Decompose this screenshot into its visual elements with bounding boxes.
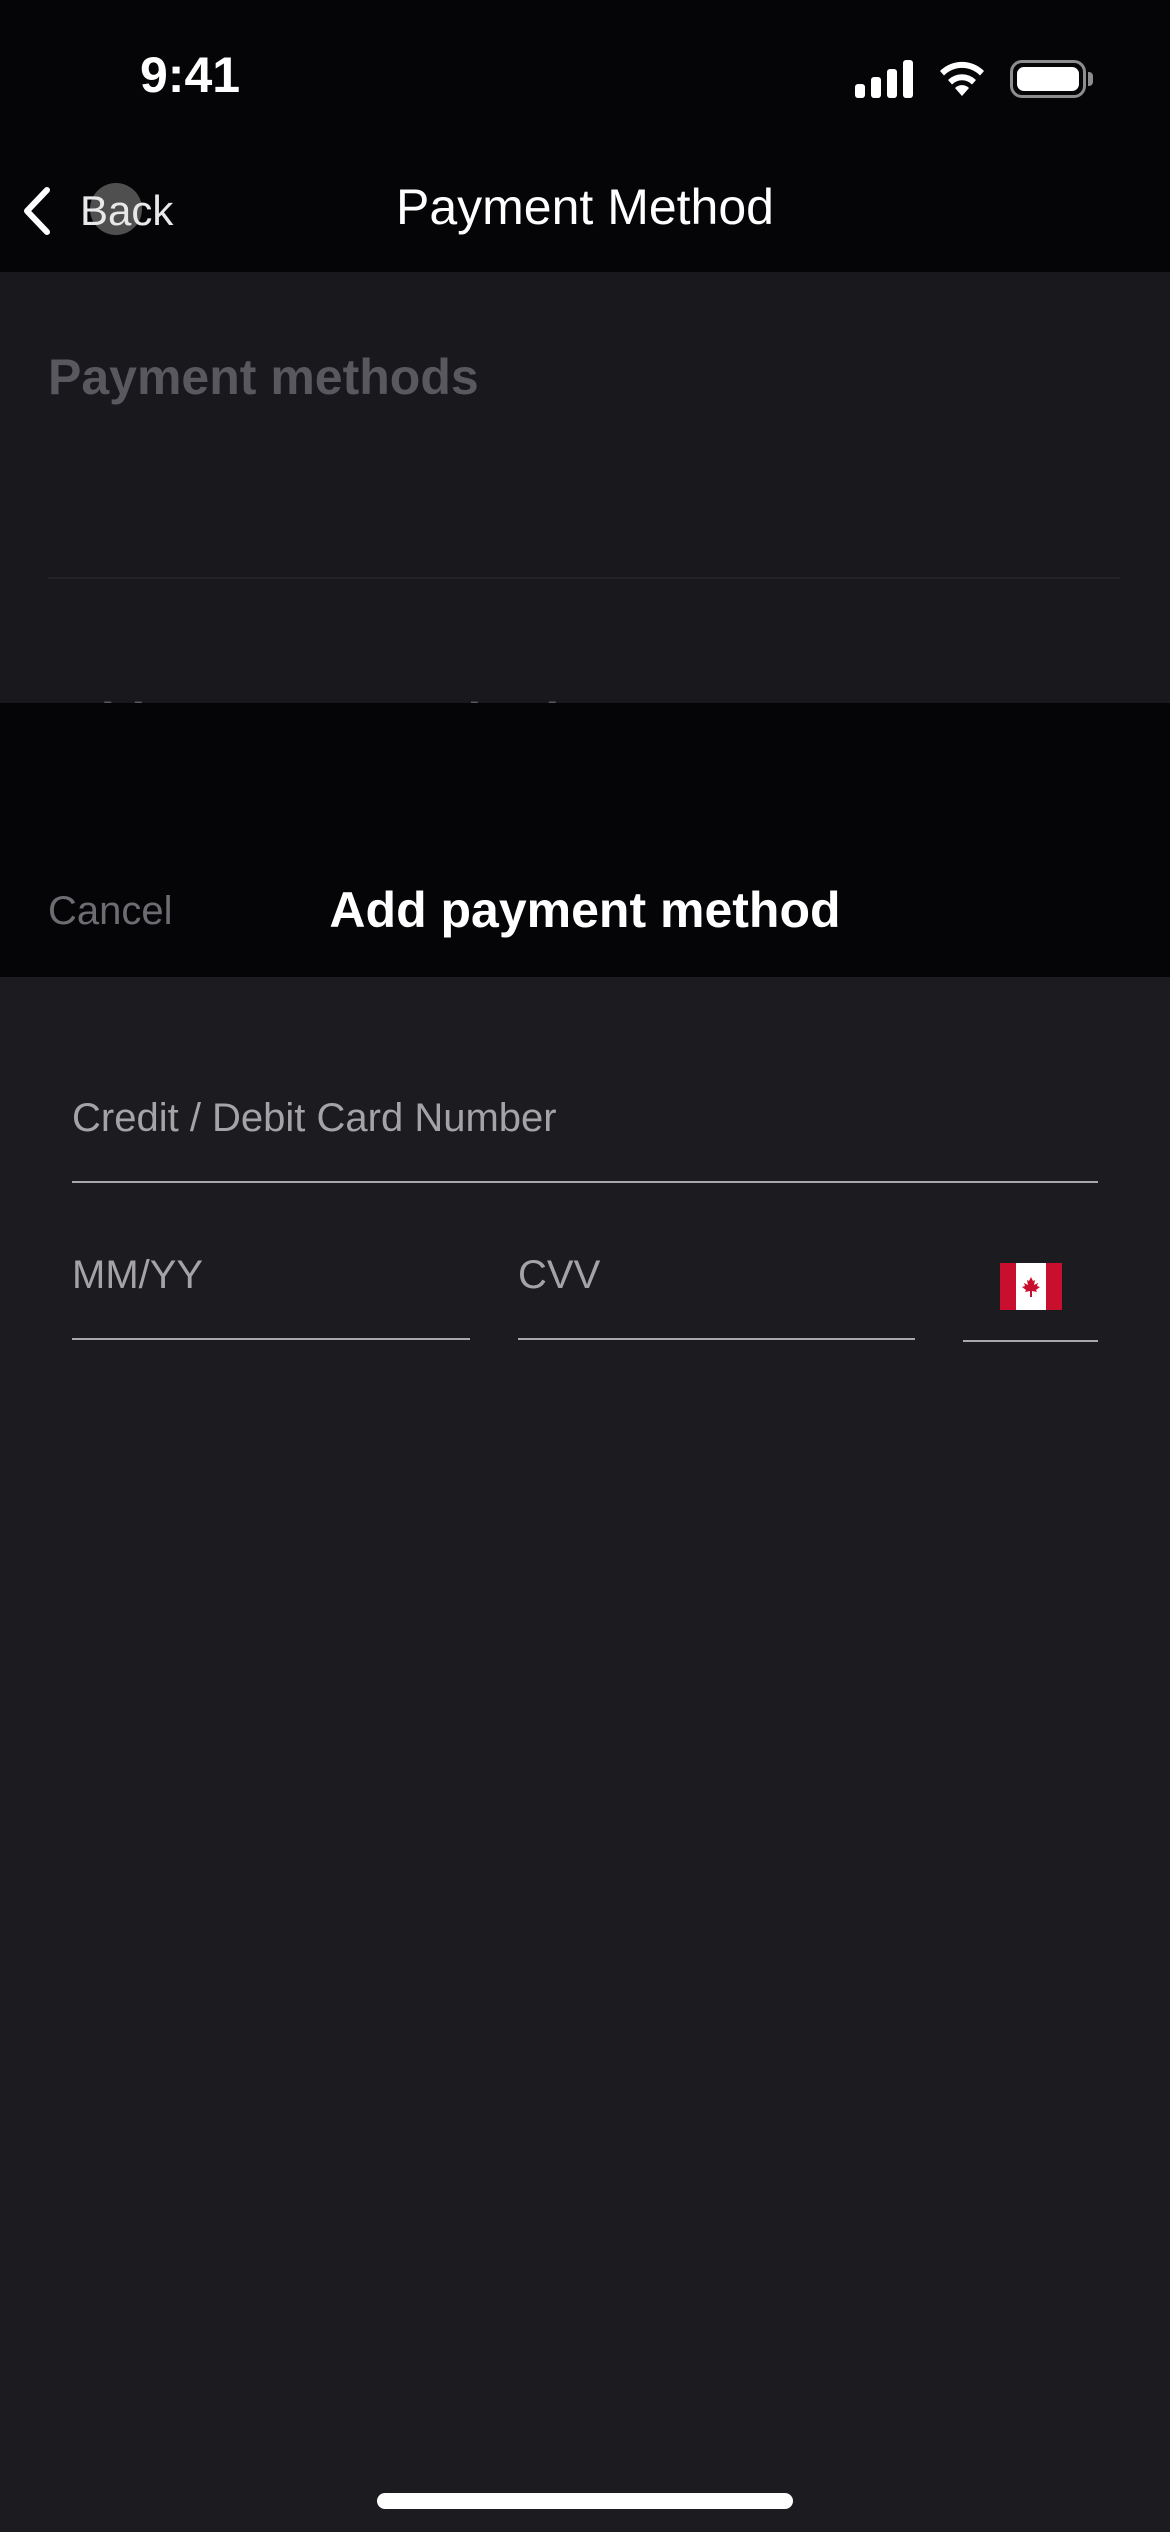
battery-cap <box>1088 72 1093 86</box>
top-bar: 9:41 Back Payment Method <box>0 0 1170 272</box>
canada-flag-icon <box>1000 1263 1062 1310</box>
home-indicator[interactable] <box>377 2493 793 2509</box>
sheet-header: Cancel Add payment method <box>0 703 1170 977</box>
page-title: Payment Method <box>396 179 774 235</box>
expiry-field[interactable] <box>72 1240 470 1340</box>
cvv-input[interactable] <box>518 1253 915 1298</box>
payment-methods-heading: Payment methods <box>48 349 479 405</box>
battery-icon <box>1010 60 1086 98</box>
cvv-field[interactable] <box>518 1240 915 1340</box>
cellular-signal-icon <box>855 60 915 98</box>
divider <box>48 577 1120 579</box>
country-selector[interactable] <box>963 1240 1098 1342</box>
card-number-input[interactable] <box>72 1096 1098 1141</box>
maple-leaf-icon <box>1022 1276 1040 1297</box>
sheet-title: Add payment method <box>329 882 841 938</box>
card-number-field[interactable] <box>72 1080 1098 1183</box>
background-page: Payment methods Add payment method <box>0 272 1170 703</box>
back-label: Back <box>80 187 174 234</box>
add-payment-method-row: Add payment method <box>48 692 559 703</box>
wifi-icon <box>940 61 984 96</box>
expiry-input[interactable] <box>72 1253 470 1298</box>
status-time: 9:41 <box>140 47 241 103</box>
